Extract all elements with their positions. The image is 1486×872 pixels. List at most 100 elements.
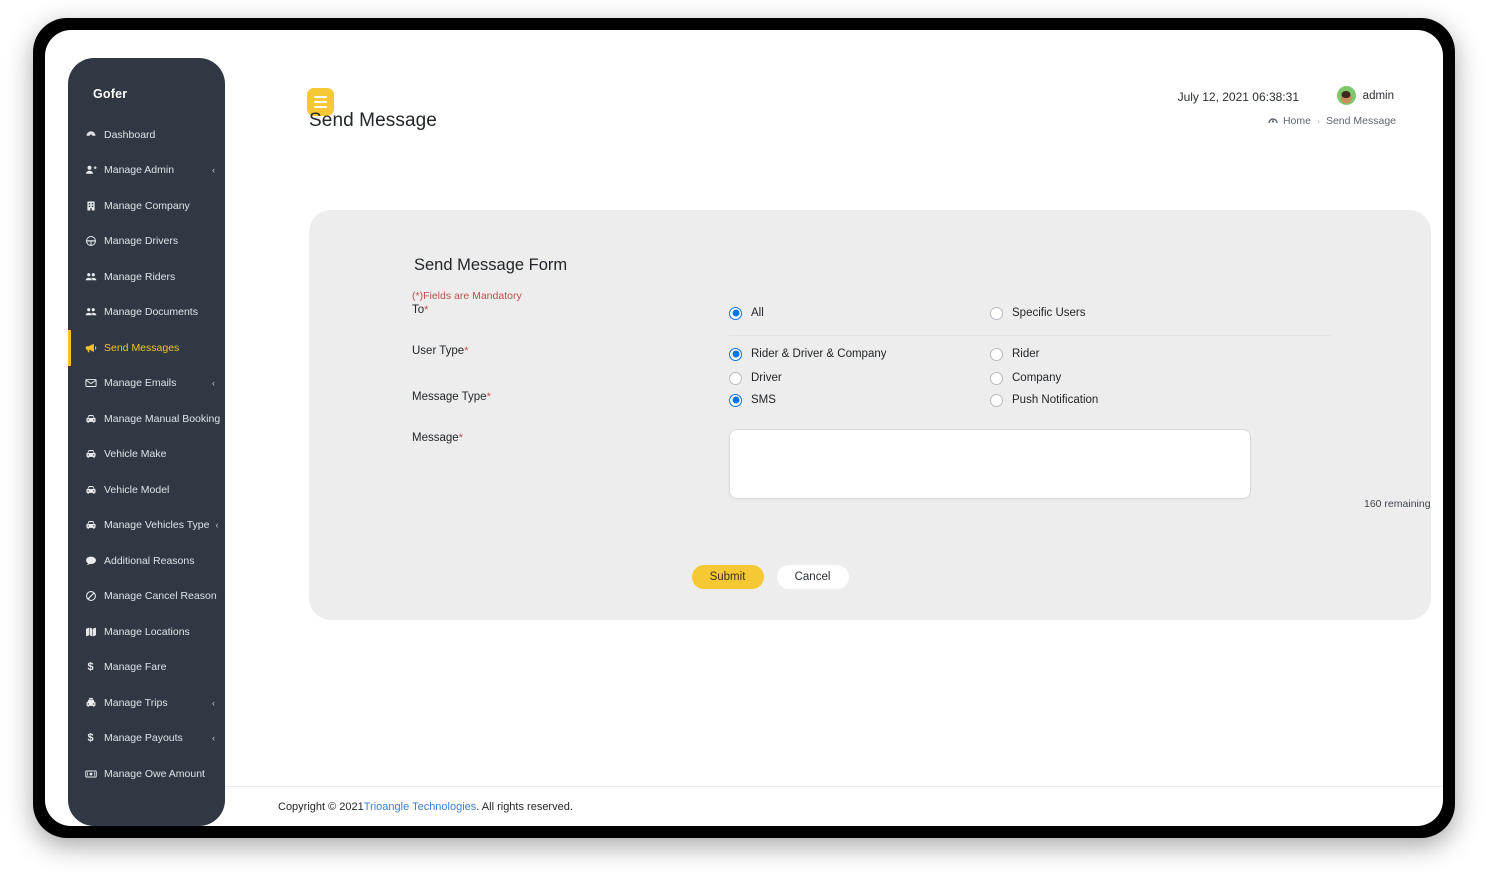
radio-option[interactable]: Company xyxy=(990,366,1251,390)
radio-option[interactable]: Rider xyxy=(990,342,1251,366)
char-remaining: 160 remaining xyxy=(1364,498,1431,510)
brand-logo: Gofer xyxy=(93,87,128,101)
radio-button-icon[interactable] xyxy=(990,306,1003,320)
current-datetime: July 12, 2021 06:38:31 xyxy=(1177,90,1299,104)
sidebar-item-manage-emails[interactable]: Manage Emails ‹ xyxy=(68,366,225,402)
form-actions: Submit Cancel xyxy=(309,565,1431,589)
radio-option[interactable]: Rider & Driver & Company xyxy=(729,342,990,366)
sidebar-item-manage-locations[interactable]: Manage Locations xyxy=(68,614,225,650)
cancel-button[interactable]: Cancel xyxy=(776,565,849,589)
sidebar-item-manage-admin[interactable]: Manage Admin ‹ xyxy=(68,153,225,189)
sidebar-item-manage-fare[interactable]: $ Manage Fare xyxy=(68,650,225,686)
breadcrumb: Home › Send Message xyxy=(1268,115,1396,127)
form-label-text: To xyxy=(412,304,425,316)
sidebar-item-label: Manage Emails xyxy=(104,377,177,390)
dashboard-icon xyxy=(83,129,98,141)
steering-wheel-icon xyxy=(83,235,98,247)
radio-button-icon[interactable] xyxy=(729,371,742,385)
sidebar-item-send-messages[interactable]: Send Messages xyxy=(68,330,225,366)
radio-option-label: Company xyxy=(1012,372,1062,384)
footer-link[interactable]: Trioangle Technologies xyxy=(364,801,477,813)
form-row: To* All Specific Users xyxy=(309,301,1431,336)
ban-icon xyxy=(83,590,98,602)
radio-button-icon[interactable] xyxy=(729,393,742,407)
car-icon xyxy=(83,448,98,460)
car-icon xyxy=(83,413,98,425)
user-menu[interactable]: admin xyxy=(1336,86,1394,105)
taxi-icon xyxy=(83,697,98,709)
sidebar-item-label: Manage Trips xyxy=(104,696,168,709)
sidebar-item-manage-payouts[interactable]: $ Manage Payouts ‹ xyxy=(68,721,225,757)
sidebar-item-manage-company[interactable]: Manage Company xyxy=(68,188,225,224)
chevron-left-icon[interactable]: ‹ xyxy=(212,698,215,708)
topbar: July 12, 2021 06:38:31 admin xyxy=(225,42,1443,116)
breadcrumb-separator: › xyxy=(1316,116,1320,126)
sidebar-item-manage-owe-amount[interactable]: Manage Owe Amount xyxy=(68,756,225,792)
radio-option[interactable]: Driver xyxy=(729,366,990,390)
required-marker: * xyxy=(486,391,491,403)
sidebar-item-label: Vehicle Make xyxy=(104,448,167,461)
radio-option[interactable]: Push Notification xyxy=(990,388,1251,412)
sidebar-item-manage-manual-booking[interactable]: Manage Manual Booking‹ xyxy=(68,401,225,437)
sidebar-item-manage-trips[interactable]: Manage Trips ‹ xyxy=(68,685,225,721)
breadcrumb-home-label: Home xyxy=(1282,115,1311,127)
submit-button[interactable]: Submit xyxy=(691,565,764,589)
form-rows: To* All Specific Users User Type* Rider & Dr… xyxy=(309,301,1431,531)
radio-option-label: Rider xyxy=(1012,348,1040,360)
message-label: Message* xyxy=(412,429,729,444)
radio-option-label: SMS xyxy=(751,394,776,406)
page-title: Send Message xyxy=(309,110,437,131)
form-label: To* xyxy=(412,301,729,316)
username-label: admin xyxy=(1362,89,1394,102)
radio-option-label: All xyxy=(751,307,764,319)
comment-icon xyxy=(83,555,98,567)
required-marker: * xyxy=(458,432,463,444)
radio-option-label: Driver xyxy=(751,372,782,384)
radio-button-icon[interactable] xyxy=(990,371,1003,385)
sidebar-item-label: Manage Vehicles Type xyxy=(104,519,210,532)
radio-option[interactable]: All xyxy=(729,301,990,325)
user-plus-icon xyxy=(83,164,98,176)
sidebar-item-manage-riders[interactable]: Manage Riders xyxy=(68,259,225,295)
radio-option[interactable]: SMS xyxy=(729,388,990,412)
radio-button-icon[interactable] xyxy=(729,347,742,361)
radio-button-icon[interactable] xyxy=(990,393,1003,407)
sidebar-item-manage-drivers[interactable]: Manage Drivers xyxy=(68,224,225,260)
sidebar-nav: Dashboard Manage Admin ‹ Manage Company Mana… xyxy=(68,117,225,792)
option-column: Push Notification xyxy=(990,388,1251,412)
dollar-icon: $ xyxy=(87,732,94,745)
form-row-message: Message* xyxy=(309,421,1431,531)
sidebar-item-vehicle-make[interactable]: Vehicle Make xyxy=(68,437,225,473)
chevron-left-icon[interactable]: ‹ xyxy=(212,378,215,388)
chevron-left-icon[interactable]: ‹ xyxy=(215,520,218,530)
message-label-text: Message xyxy=(412,432,459,444)
radio-button-icon[interactable] xyxy=(990,347,1003,361)
sidebar-item-label: Vehicle Model xyxy=(104,483,170,496)
megaphone-icon xyxy=(83,342,98,354)
sidebar-item-manage-vehicles-type[interactable]: Manage Vehicles Type ‹ xyxy=(68,508,225,544)
sidebar-item-label: Additional Reasons xyxy=(104,554,195,567)
sidebar-item-label: Manage Documents xyxy=(104,306,198,319)
sidebar-item-vehicle-model[interactable]: Vehicle Model xyxy=(68,472,225,508)
footer-suffix: . All rights reserved. xyxy=(476,800,573,813)
radio-option-label: Rider & Driver & Company xyxy=(751,348,887,360)
option-column: All xyxy=(729,301,990,325)
footer-prefix: Copyright © 2021 xyxy=(278,800,364,813)
message-textarea[interactable] xyxy=(729,429,1251,499)
sidebar-item-label: Manage Company xyxy=(104,199,190,212)
form-label-text: Message Type xyxy=(412,391,487,403)
breadcrumb-home[interactable]: Home xyxy=(1268,115,1311,127)
sidebar-item-dashboard[interactable]: Dashboard xyxy=(68,117,225,153)
radio-option[interactable]: Specific Users xyxy=(990,301,1251,325)
chevron-left-icon[interactable]: ‹ xyxy=(212,733,215,743)
sidebar-item-manage-documents[interactable]: Manage Documents xyxy=(68,295,225,331)
sidebar-item-additional-reasons[interactable]: Additional Reasons xyxy=(68,543,225,579)
radio-button-icon[interactable] xyxy=(729,306,742,320)
form-label: User Type* xyxy=(412,342,729,357)
breadcrumb-current: Send Message xyxy=(1325,115,1396,127)
chevron-left-icon[interactable]: ‹ xyxy=(212,165,215,175)
sidebar-item-manage-cancel-reason[interactable]: Manage Cancel Reason xyxy=(68,579,225,615)
radio-option-label: Specific Users xyxy=(1012,307,1086,319)
sidebar-item-label: Manage Locations xyxy=(104,625,190,638)
option-column: Rider & Driver & Company Driver xyxy=(729,342,990,390)
